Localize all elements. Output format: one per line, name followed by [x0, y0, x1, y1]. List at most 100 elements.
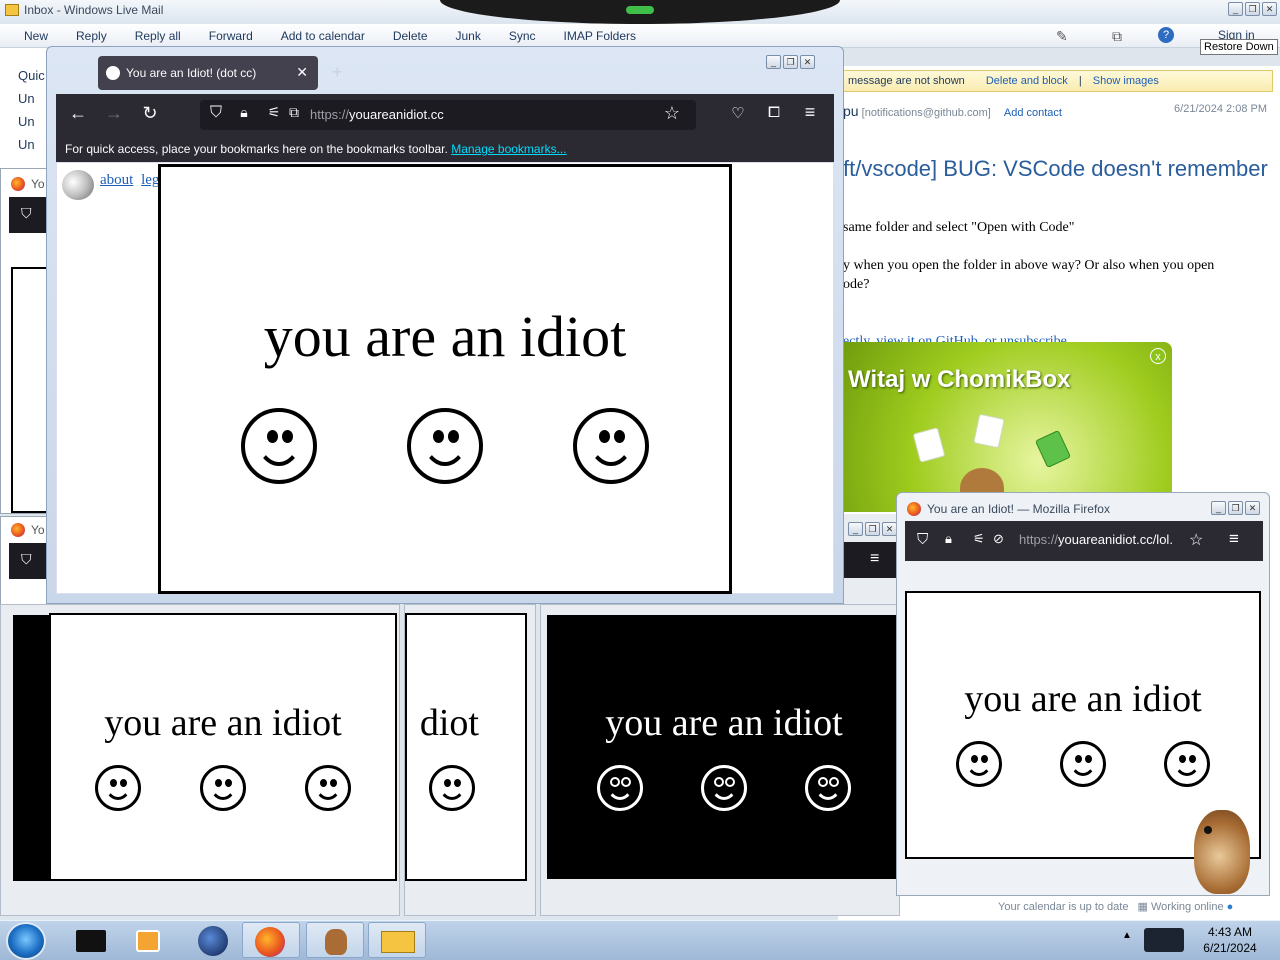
restore-button[interactable]: ❐: [1245, 2, 1260, 16]
close-button[interactable]: ✕: [882, 522, 897, 536]
bottom-browser-window-2: diot: [404, 604, 536, 916]
smiley-icon: [95, 765, 141, 811]
menu-icon[interactable]: ≡: [798, 102, 822, 123]
right-window-title: You are an Idiot! — Mozilla Firefox: [927, 502, 1110, 516]
tray-network-icon[interactable]: [1144, 928, 1184, 952]
smiley-icon: [200, 765, 246, 811]
bottom-browser-window-1: you are an idiot: [0, 604, 400, 916]
chomikbox-title: Witaj w ChomikBox: [848, 366, 1071, 393]
message-body-line: y when you open the folder in above way?…: [843, 258, 1215, 273]
taskbar-app-media-player[interactable]: [120, 922, 178, 958]
new-tab-button[interactable]: +: [332, 62, 343, 83]
background-tab-title[interactable]: Yo: [31, 523, 45, 537]
mail-window-title: Inbox - Windows Live Mail: [24, 3, 164, 17]
toolbar-reply[interactable]: Reply: [76, 29, 107, 43]
right-url-text[interactable]: https://youareanidiot.cc/lol.: [1019, 532, 1179, 547]
black-strip: [13, 615, 53, 881]
back-arrow-icon[interactable]: ←: [66, 103, 90, 124]
url-protocol: https://: [310, 107, 350, 122]
chomikbox-popup[interactable]: Witaj w ChomikBox x: [840, 342, 1172, 512]
bookmarks-hint: For quick access, place your bookmarks h…: [65, 142, 448, 156]
sender-name: pu: [843, 103, 859, 119]
taskbar-clock[interactable]: 4:43 AM 6/21/2024: [1192, 924, 1268, 956]
minimize-button[interactable]: _: [1228, 2, 1243, 16]
lock-icon[interactable]: 🔒︎: [232, 104, 256, 121]
lock-icon[interactable]: 🔒︎: [945, 531, 952, 547]
taskbar-app-firefox[interactable]: [242, 922, 300, 958]
firefox-icon: [11, 523, 25, 537]
calendar-status: Your calendar is up to date: [998, 901, 1129, 913]
reload-icon[interactable]: ↻: [138, 103, 162, 124]
manage-bookmarks-link[interactable]: Manage bookmarks...: [451, 142, 566, 156]
shield-icon[interactable]: ⛉: [21, 551, 32, 568]
forward-arrow-icon[interactable]: →: [102, 103, 126, 124]
background-tab-title[interactable]: Yo: [31, 177, 45, 191]
background-browser-window: Yo ⛉: [0, 516, 49, 606]
autoplay-blocked-icon[interactable]: ⊘: [993, 531, 1004, 547]
permissions-icon[interactable]: ⚟: [973, 531, 985, 547]
shield-icon[interactable]: ⛉: [917, 531, 928, 548]
minimize-button[interactable]: _: [848, 522, 863, 536]
delete-and-block-link[interactable]: Delete and block: [986, 75, 1068, 87]
background-page-frame: [11, 267, 49, 513]
menu-icon[interactable]: ≡: [870, 550, 879, 568]
background-nav-bar: ⛉: [9, 197, 49, 233]
restore-button[interactable]: ❐: [1228, 501, 1243, 515]
help-icon[interactable]: ?: [1158, 27, 1174, 43]
view-icon[interactable]: ⧉: [1112, 28, 1122, 45]
smiley-icon: [597, 765, 643, 811]
shield-icon[interactable]: ⛉: [21, 205, 32, 222]
idiot-headline: you are an idiot: [964, 678, 1202, 720]
message-body-line: ode?: [843, 277, 870, 292]
minimize-button[interactable]: _: [1211, 501, 1226, 515]
unread-item[interactable]: Un: [0, 89, 47, 112]
minimize-button[interactable]: _: [766, 55, 781, 69]
toolbar-junk[interactable]: Junk: [456, 29, 481, 43]
toolbar-add-to-calendar[interactable]: Add to calendar: [281, 29, 365, 43]
url-text[interactable]: https://youareanidiot.cc: [310, 107, 444, 122]
unread-item[interactable]: Un: [0, 135, 47, 158]
tab-close-icon[interactable]: ✕: [296, 64, 308, 81]
taskbar-app-terminal[interactable]: [64, 922, 122, 958]
close-button[interactable]: ✕: [1245, 501, 1260, 515]
close-button[interactable]: ✕: [1262, 2, 1277, 16]
hamster-mascot-icon[interactable]: [1180, 800, 1260, 900]
tray-expand-icon[interactable]: ▲: [1122, 930, 1132, 941]
show-images-link[interactable]: Show images: [1093, 75, 1159, 87]
bottom-browser-window-3: you are an idiot: [540, 604, 901, 916]
extensions-icon[interactable]: ⧠: [762, 104, 786, 121]
pen-icon[interactable]: ✎: [1056, 28, 1068, 45]
green-indicator-icon: [626, 6, 654, 14]
shield-icon[interactable]: ⛉: [204, 104, 228, 122]
add-contact-link[interactable]: Add contact: [1004, 107, 1062, 119]
toolbar-forward[interactable]: Forward: [209, 29, 253, 43]
menu-icon[interactable]: ≡: [1229, 529, 1239, 549]
idiot-headline: diot: [419, 702, 479, 744]
speaker-icon[interactable]: [62, 170, 94, 200]
chomikbox-close-button[interactable]: x: [1150, 348, 1166, 364]
bookmark-star-icon[interactable]: ☆: [1189, 530, 1203, 550]
restore-button[interactable]: ❐: [865, 522, 880, 536]
about-link[interactable]: about: [100, 172, 133, 188]
bookmark-star-icon[interactable]: ☆: [660, 103, 684, 124]
start-button[interactable]: [6, 922, 46, 960]
pocket-icon[interactable]: ♡: [726, 104, 750, 122]
close-button[interactable]: ✕: [800, 55, 815, 69]
taskbar-app-browser[interactable]: [184, 922, 242, 958]
toolbar-sync[interactable]: Sync: [509, 29, 536, 43]
autoplay-icon[interactable]: ⧉: [282, 104, 306, 121]
toolbar-new[interactable]: New: [24, 29, 48, 43]
taskbar-app-mail[interactable]: [368, 922, 426, 958]
firefox-icon: [907, 502, 921, 516]
toolbar-delete[interactable]: Delete: [393, 29, 428, 43]
toolbar-reply-all[interactable]: Reply all: [135, 29, 181, 43]
idiot-page: diot: [405, 613, 527, 881]
toolbar-imap-folders[interactable]: IMAP Folders: [564, 29, 636, 43]
taskbar-app-chomikbox[interactable]: [306, 922, 364, 958]
tab-you-are-an-idiot[interactable]: You are an Idiot! (dot cc) ✕: [98, 56, 318, 90]
smiley-icon: [956, 741, 1002, 787]
restore-button[interactable]: ❐: [783, 55, 798, 69]
unread-item[interactable]: Un: [0, 112, 47, 135]
message-header: pu [notifications@github.com] Add contac…: [843, 103, 1273, 119]
smiley-icon: [305, 765, 351, 811]
